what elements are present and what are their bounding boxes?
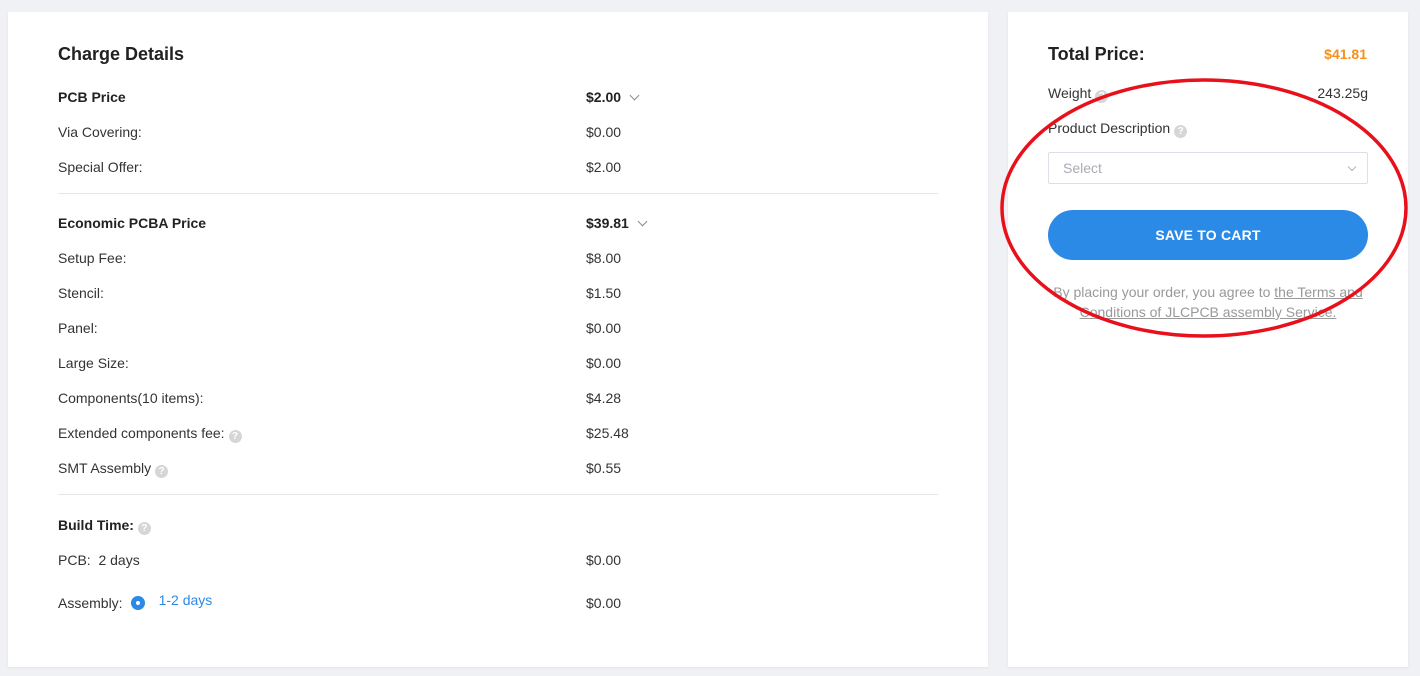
build-time-label-wrap: Build Time:? [58, 514, 151, 536]
pcb-build-time-wrap: PCB: 2 days [58, 549, 140, 571]
setup-fee-row: Setup Fee: $8.00 [58, 247, 938, 269]
divider [58, 193, 938, 194]
via-covering-row: Via Covering: $0.00 [58, 121, 938, 143]
question-circle-icon[interactable]: ? [1095, 90, 1109, 103]
assembly-build-time-value: $0.00 [586, 595, 622, 611]
build-time-label: Build Time: [58, 517, 134, 533]
extended-fee-label: Extended components fee: [58, 425, 225, 441]
pcb-build-time-label: PCB: [58, 552, 91, 568]
total-price-label: Total Price: [1048, 44, 1145, 64]
large-size-value: $0.00 [586, 355, 622, 371]
product-description-label: Product Description [1048, 120, 1171, 136]
terms-prefix: By placing your order, you agree to [1053, 284, 1275, 300]
pcb-price-row[interactable]: PCB Price $2.00 [58, 86, 938, 108]
product-description-select[interactable]: Select [1048, 152, 1368, 184]
divider [58, 494, 938, 495]
stencil-label: Stencil: [58, 285, 104, 301]
setup-fee-value: $8.00 [586, 250, 622, 266]
special-offer-value: $2.00 [586, 159, 622, 175]
weight-label: Weight [1048, 85, 1092, 101]
build-time-row: Build Time:? [58, 514, 938, 536]
extended-fee-label-wrap: Extended components fee:? [58, 422, 242, 444]
pcb-build-time-row: PCB: 2 days $0.00 [58, 549, 938, 571]
order-summary-card: Total Price: $41.81 Weight? 243.25g Prod… [1008, 12, 1408, 667]
pcb-build-time-days: 2 days [98, 552, 140, 568]
charge-details-title: Charge Details [58, 44, 185, 64]
chevron-down-icon[interactable] [637, 216, 648, 227]
assembly-option-label[interactable]: 1-2 days [159, 592, 213, 608]
large-size-label: Large Size: [58, 355, 129, 371]
setup-fee-label: Setup Fee: [58, 250, 127, 266]
pcb-price-value-wrap[interactable]: $2.00 [586, 86, 640, 108]
smt-assembly-row: SMT Assembly? $0.55 [58, 457, 938, 479]
assembly-option-radio[interactable] [130, 596, 145, 610]
save-to-cart-button[interactable]: SAVE TO CART [1048, 210, 1368, 260]
question-circle-icon[interactable]: ? [155, 465, 169, 478]
terms-notice: By placing your order, you agree to the … [1048, 282, 1368, 322]
components-row: Components(10 items): $4.28 [58, 387, 938, 409]
panel-label: Panel: [58, 320, 98, 336]
components-label: Components(10 items): [58, 390, 204, 406]
pcba-price-value-wrap[interactable]: $39.81 [586, 212, 648, 234]
weight-row: Weight? 243.25g [1048, 82, 1368, 104]
product-description-row: Product Description? [1048, 117, 1368, 139]
assembly-build-time-wrap: Assembly: 1-2 days [58, 592, 212, 614]
assembly-build-time-row: Assembly: 1-2 days $0.00 [58, 592, 938, 614]
smt-assembly-label-wrap: SMT Assembly? [58, 457, 169, 479]
select-placeholder: Select [1063, 160, 1102, 176]
extended-fee-value: $25.48 [586, 425, 629, 441]
weight-value: 243.25g [1317, 85, 1368, 101]
components-value: $4.28 [586, 390, 622, 406]
via-covering-label: Via Covering: [58, 124, 142, 140]
question-circle-icon[interactable]: ? [137, 522, 151, 535]
pcba-price-value: $39.81 [586, 215, 629, 231]
chevron-down-icon [1347, 162, 1357, 172]
total-price-value: $41.81 [1324, 46, 1367, 62]
special-offer-label: Special Offer: [58, 159, 143, 175]
question-circle-icon[interactable]: ? [228, 430, 242, 443]
pcba-price-label: Economic PCBA Price [58, 215, 207, 231]
special-offer-row: Special Offer: $2.00 [58, 156, 938, 178]
question-circle-icon[interactable]: ? [1174, 125, 1188, 138]
smt-assembly-value: $0.55 [586, 460, 622, 476]
panel-row: Panel: $0.00 [58, 317, 938, 339]
charge-details-card: Charge Details PCB Price $2.00 Via Cover… [8, 12, 988, 667]
stencil-value: $1.50 [586, 285, 622, 301]
smt-assembly-label: SMT Assembly [58, 460, 152, 476]
assembly-build-time-label: Assembly: [58, 595, 123, 611]
panel-value: $0.00 [586, 320, 622, 336]
pcb-build-time-value: $0.00 [586, 552, 622, 568]
large-size-row: Large Size: $0.00 [58, 352, 938, 374]
pcb-price-label: PCB Price [58, 89, 126, 105]
pcba-price-row[interactable]: Economic PCBA Price $39.81 [58, 212, 938, 234]
stencil-row: Stencil: $1.50 [58, 282, 938, 304]
pcb-price-value: $2.00 [586, 89, 622, 105]
extended-fee-row: Extended components fee:? $25.48 [58, 422, 938, 444]
chevron-down-icon[interactable] [629, 90, 640, 101]
via-covering-value: $0.00 [586, 124, 622, 140]
